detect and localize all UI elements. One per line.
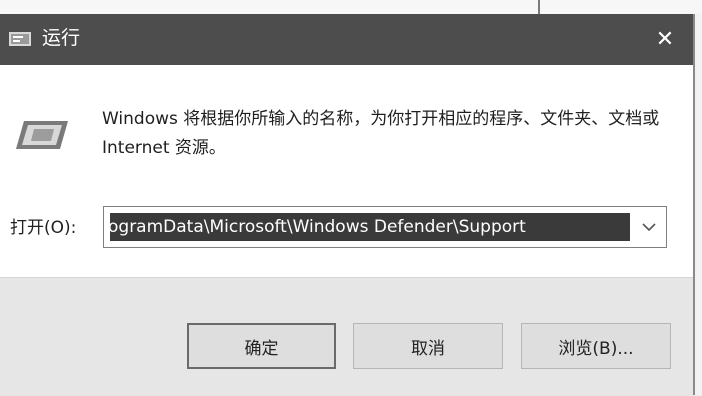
- cancel-button[interactable]: 取消: [353, 323, 503, 369]
- dialog-description: Windows 将根据你所输入的名称，为你打开相应的程序、文件夹、文档或 Int…: [102, 109, 660, 158]
- browse-button[interactable]: 浏览(B)...: [521, 323, 671, 369]
- button-bar: 确定 取消 浏览(B)...: [0, 277, 693, 396]
- background-window-top: [0, 0, 702, 14]
- background-window-border: [693, 14, 695, 395]
- open-combobox[interactable]: ogramData\Microsoft\Windows Defender\Sup…: [103, 206, 667, 248]
- close-icon: ✕: [655, 27, 675, 52]
- open-label: 打开(O):: [10, 218, 77, 238]
- dialog-content: Windows 将根据你所输入的名称，为你打开相应的程序、文件夹、文档或 Int…: [0, 65, 693, 277]
- close-button[interactable]: ✕: [637, 14, 693, 65]
- window-title: 运行: [42, 27, 81, 49]
- run-app-icon: [9, 31, 31, 46]
- ok-button[interactable]: 确定: [187, 323, 336, 369]
- chevron-down-icon: [642, 222, 656, 231]
- background-window-divider: [538, 0, 540, 14]
- run-dialog: 运行 ✕ Windows 将根据你所输入的名称，为你打开相应的程序、文件夹、文档…: [0, 14, 693, 396]
- run-dialog-icon: [14, 117, 70, 153]
- dropdown-button[interactable]: [636, 213, 662, 241]
- open-input[interactable]: ogramData\Microsoft\Windows Defender\Sup…: [110, 213, 630, 241]
- title-bar[interactable]: 运行 ✕: [0, 14, 693, 65]
